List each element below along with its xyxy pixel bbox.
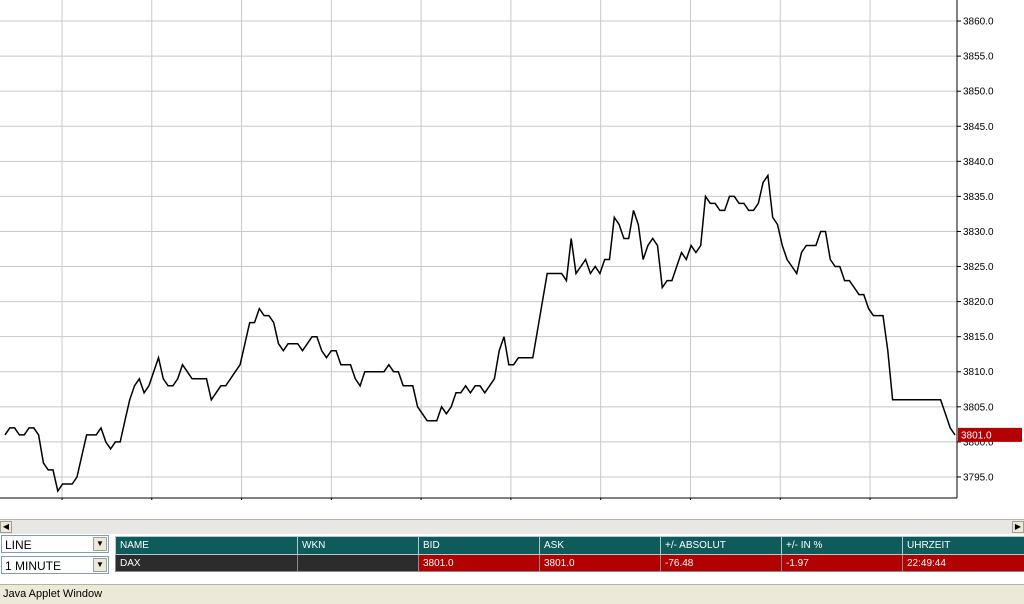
y-tick-label: 3855.0 — [963, 52, 994, 63]
current-price-label: 3801.0 — [961, 430, 992, 441]
header-pct-change[interactable]: +/- IN % — [782, 537, 903, 555]
y-tick-label: 3840.0 — [963, 157, 994, 168]
y-tick-label: 3845.0 — [963, 122, 994, 133]
y-tick-label: 3810.0 — [963, 367, 994, 378]
status-bar: Java Applet Window — [0, 584, 1024, 604]
cell-abs-change: -76.48 — [661, 555, 782, 572]
header-abs-change[interactable]: +/- ABSOLUT — [661, 537, 782, 555]
cell-ask: 3801.0 — [540, 555, 661, 572]
y-tick-label: 3820.0 — [963, 297, 994, 308]
y-tick-label: 3825.0 — [963, 262, 994, 273]
scroll-left-button[interactable]: ◀ — [0, 521, 12, 533]
status-text: Java Applet Window — [3, 588, 102, 600]
cell-pct-change: -1.97 — [782, 555, 903, 572]
header-time[interactable]: UHRZEIT — [903, 537, 1024, 555]
scroll-right-button[interactable]: ▶ — [1012, 521, 1024, 533]
y-tick-label: 3830.0 — [963, 227, 994, 238]
quote-table-header: NAME WKN BID ASK +/- ABSOLUT +/- IN % UH… — [116, 537, 1024, 555]
quote-table: NAME WKN BID ASK +/- ABSOLUT +/- IN % UH… — [115, 536, 1024, 572]
y-tick-label: 3795.0 — [963, 472, 994, 483]
chevron-down-icon[interactable]: ▼ — [93, 558, 107, 572]
chart-type-value: LINE — [5, 538, 32, 552]
header-name[interactable]: NAME — [116, 537, 298, 555]
y-tick-label: 3850.0 — [963, 87, 994, 98]
cell-name: DAX — [116, 555, 298, 572]
price-line — [5, 175, 955, 491]
cell-time: 22:49:44 — [903, 555, 1024, 572]
interval-value: 1 MINUTE — [5, 559, 61, 573]
chart-type-select[interactable]: LINE ▼ — [1, 535, 109, 553]
grid-horizontal — [0, 21, 957, 477]
price-chart: 3860.0 3855.0 3850.0 3845.0 3840.0 3835.0 3830… — [0, 0, 1024, 500]
table-row[interactable]: DAX 3801.0 3801.0 -76.48 -1.97 22:49:44 — [116, 555, 1024, 572]
cell-wkn — [298, 555, 419, 572]
chart-area[interactable]: 3860.0 3855.0 3850.0 3845.0 3840.0 3835.0 3830… — [0, 0, 1024, 500]
horizontal-scrollbar[interactable]: ◀ ▶ — [0, 519, 1024, 534]
y-tick-label: 3805.0 — [963, 402, 994, 413]
y-axis-ticks: 3860.0 3855.0 3850.0 3845.0 3840.0 3835.0 3830… — [957, 17, 994, 484]
header-bid[interactable]: BID — [419, 537, 540, 555]
y-tick-label: 3835.0 — [963, 192, 994, 203]
header-ask[interactable]: ASK — [540, 537, 661, 555]
header-wkn[interactable]: WKN — [298, 537, 419, 555]
cell-bid: 3801.0 — [419, 555, 540, 572]
y-tick-label: 3860.0 — [963, 17, 994, 28]
interval-select[interactable]: 1 MINUTE ▼ — [1, 556, 109, 574]
grid-vertical — [62, 0, 870, 498]
y-tick-label: 3815.0 — [963, 332, 994, 343]
chevron-down-icon[interactable]: ▼ — [93, 537, 107, 551]
